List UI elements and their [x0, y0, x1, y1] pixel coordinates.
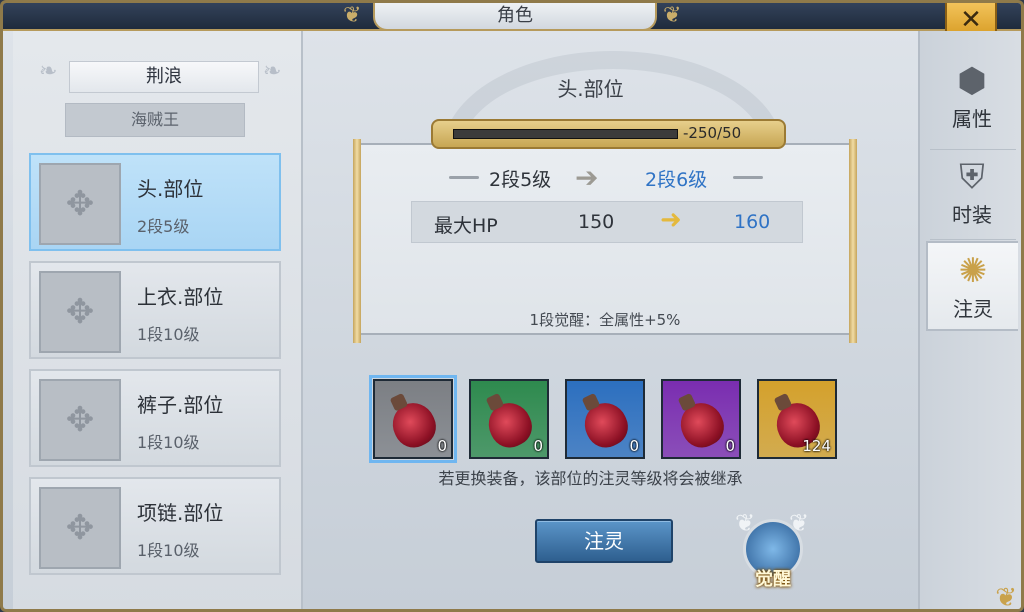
slot-level: 1段10级 [137, 541, 200, 560]
title-bar: ❦ 角色 ❦ ✕ [3, 3, 1021, 41]
upgrade-info-box: 2段5级 ➔ 2段6级 最大HP 150 ➜ 160 1段觉醒：全属性+5% [353, 139, 857, 343]
tab-label: 注灵 [953, 297, 993, 321]
slot-name: 项链.部位 [137, 501, 224, 525]
slot-top[interactable]: ✥ 上衣.部位 1段10级 [29, 261, 281, 359]
potion-icon [673, 396, 731, 454]
level-change-row: 2段5级 ➔ 2段6级 [361, 161, 849, 194]
frame-post-left [353, 139, 361, 343]
corner-ornament-icon: ❦ [995, 583, 1017, 612]
attribute-icon: ⬢ [957, 61, 987, 101]
progress-fill [454, 130, 677, 138]
potion-icon [385, 396, 443, 454]
slot-level: 1段10级 [137, 433, 200, 452]
slot-pants[interactable]: ✥ 裤子.部位 1段10级 [29, 369, 281, 467]
material-item-blue[interactable]: 0 [565, 379, 645, 459]
material-item-gold[interactable]: 124 [757, 379, 837, 459]
frame-post-right [849, 139, 857, 343]
tab-label: 时装 [952, 203, 992, 227]
window-title: 角色 [373, 3, 657, 31]
stat-row: 最大HP 150 ➜ 160 [411, 201, 803, 243]
side-tabs: ⬢ 属性 ⛨ 时装 ✺ 注灵 ❦ [918, 31, 1021, 612]
infuse-detail-panel: 头.部位 2段5级 ➔ 2段6级 最大HP 150 ➜ 160 1段觉醒：全属性… [303, 31, 918, 609]
awaken-button[interactable]: ❦ ❦ 觉醒 [735, 505, 815, 590]
empty-slot-icon: ✥ [39, 163, 121, 245]
stat-from: 150 [578, 211, 615, 233]
tab-infuse[interactable]: ✺ 注灵 [926, 241, 1018, 331]
equipment-list-panel: ❧ 荆浪 ❧ 海贼王 ✥ 头.部位 2段5级 ✥ 上衣.部位 1段10级 ✥ 裤… [13, 31, 303, 609]
character-window: ❦ 角色 ❦ ✕ ❧ 荆浪 ❧ 海贼王 ✥ 头.部位 2段5级 ✥ 上衣.部位 … [0, 0, 1024, 612]
slot-head[interactable]: ✥ 头.部位 2段5级 [29, 153, 281, 251]
tab-label: 属性 [952, 107, 992, 131]
inherit-note: 若更换装备，该部位的注灵等级将会被继承 [438, 469, 743, 488]
tab-divider [930, 239, 1016, 240]
tab-costume[interactable]: ⛨ 时装 [926, 149, 1018, 239]
progress-track [453, 129, 678, 139]
title-ornament-left-icon: ❦ [343, 3, 362, 28]
slot-necklace[interactable]: ✥ 项链.部位 1段10级 [29, 477, 281, 575]
infuse-icon: ✺ [958, 251, 988, 291]
awaken-label: 觉醒 [755, 569, 791, 590]
item-count: 0 [437, 437, 447, 455]
empty-slot-icon: ✥ [39, 379, 121, 461]
detail-heading: 头.部位 [557, 77, 624, 101]
level-to: 2段6级 [645, 169, 708, 191]
character-title: 海贼王 [65, 103, 245, 137]
item-count: 124 [802, 437, 831, 455]
wing-left-icon: ❧ [39, 59, 58, 84]
stat-name: 最大HP [434, 215, 498, 237]
slot-level: 2段5级 [137, 217, 190, 236]
slot-level: 1段10级 [137, 325, 200, 344]
item-count: 0 [725, 437, 735, 455]
slot-name: 裤子.部位 [137, 393, 224, 417]
stat-to: 160 [734, 211, 771, 233]
material-item-purple[interactable]: 0 [661, 379, 741, 459]
potion-icon [481, 396, 539, 454]
divider-dash [733, 176, 763, 179]
empty-slot-icon: ✥ [39, 271, 121, 353]
empty-slot-icon: ✥ [39, 487, 121, 569]
slot-name: 上衣.部位 [137, 285, 224, 309]
divider-dash [449, 176, 479, 179]
wing-right-icon: ❧ [263, 59, 282, 84]
material-items: 0 0 0 0 124 [369, 375, 843, 463]
level-from: 2段5级 [489, 169, 552, 191]
item-count: 0 [533, 437, 543, 455]
progress-bar: -250/50 [431, 119, 786, 149]
tab-attributes[interactable]: ⬢ 属性 [926, 53, 1018, 143]
slot-name: 头.部位 [137, 177, 204, 201]
arrow-right-icon: ➜ [660, 205, 682, 235]
arrow-right-icon: ➔ [575, 161, 599, 194]
wing-right-icon: ❦ [789, 509, 810, 537]
progress-text: -250/50 [683, 124, 742, 142]
material-item-green[interactable]: 0 [469, 379, 549, 459]
awaken-note: 1段觉醒：全属性+5% [529, 311, 681, 329]
title-ornament-right-icon: ❦ [663, 3, 682, 28]
infuse-button[interactable]: 注灵 [535, 519, 673, 563]
item-count: 0 [629, 437, 639, 455]
potion-icon [577, 396, 635, 454]
character-name: 荆浪 [69, 61, 259, 93]
costume-icon: ⛨ [959, 157, 985, 197]
material-item-gray[interactable]: 0 [369, 375, 457, 463]
